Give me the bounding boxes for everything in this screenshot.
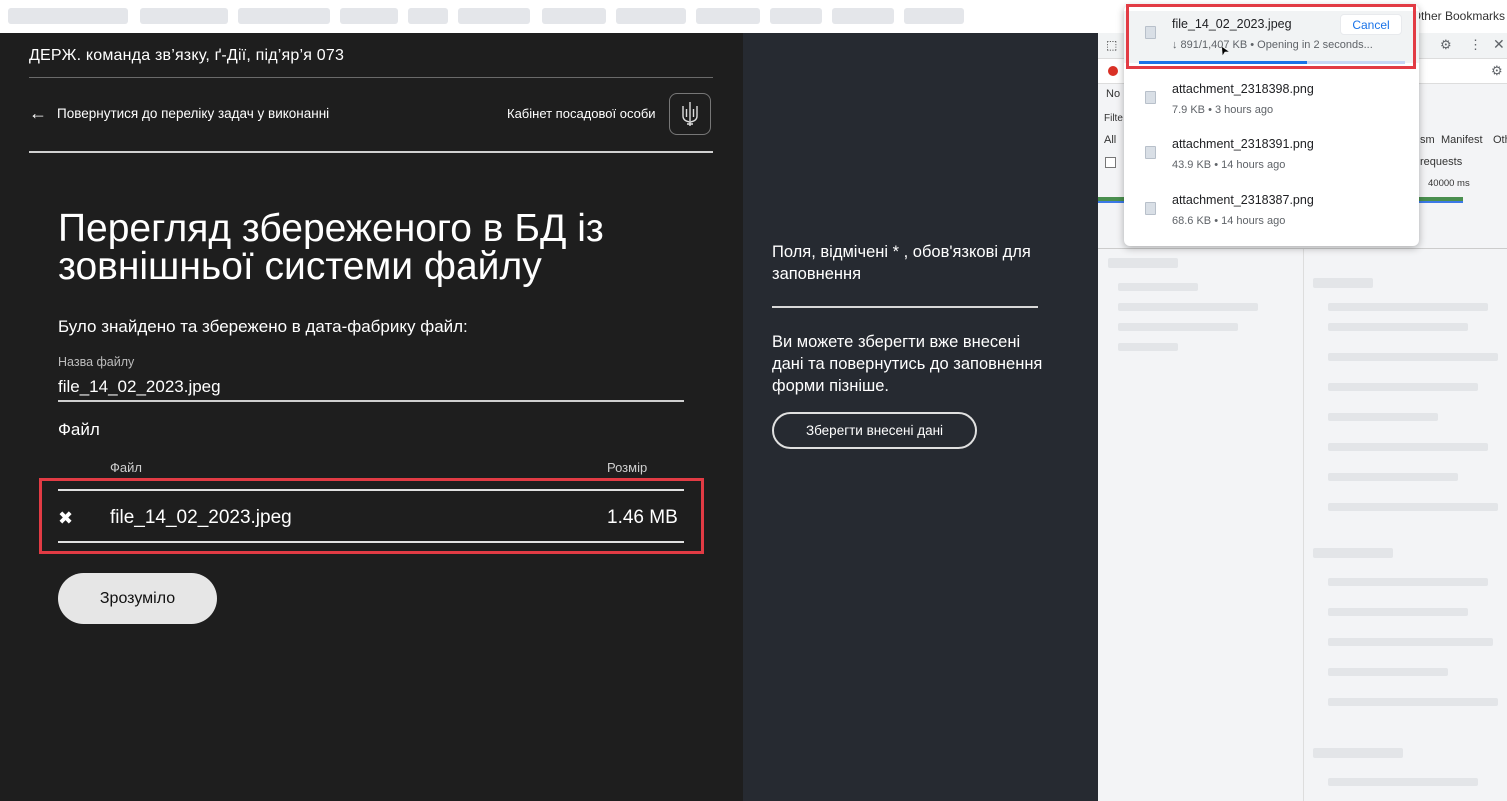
- highlight-box: [39, 478, 704, 554]
- divider: [772, 306, 1038, 308]
- blurred-content: [1118, 323, 1238, 331]
- divider: [29, 151, 713, 153]
- bookmark-item[interactable]: [770, 8, 822, 24]
- blurred-content: [1108, 258, 1178, 268]
- record-icon[interactable]: [1108, 66, 1118, 76]
- filter-label: Filte: [1104, 113, 1123, 124]
- blurred-content: [1328, 503, 1498, 511]
- blurred-content: [1313, 548, 1393, 558]
- download-item[interactable]: attachment_2318387.png 68.6 KB • 14 hour…: [1124, 187, 1419, 239]
- blurred-content: [1328, 668, 1448, 676]
- arrow-left-icon: ←: [29, 103, 47, 123]
- file-section-label: Файл: [58, 420, 100, 439]
- download-name: attachment_2318398.png: [1172, 82, 1314, 96]
- found-text: Було знайдено та збережено в дата-фабрик…: [58, 317, 468, 336]
- download-name: attachment_2318391.png: [1172, 137, 1314, 151]
- tab-all[interactable]: All: [1104, 134, 1116, 146]
- back-link-label: Повернутися до переліку задач у виконанн…: [57, 105, 330, 121]
- trident-icon: [682, 102, 698, 126]
- save-draft-button[interactable]: Зберегти внесені дані: [772, 412, 977, 449]
- divider: [29, 77, 713, 78]
- bookmark-item[interactable]: [340, 8, 398, 24]
- file-icon: [1145, 202, 1156, 215]
- blurred-content: [1328, 608, 1468, 616]
- gear-icon[interactable]: ⚙: [1440, 37, 1452, 53]
- download-item[interactable]: attachment_2318391.png 43.9 KB • 14 hour…: [1124, 131, 1419, 183]
- inspect-icon[interactable]: ⬚: [1106, 38, 1117, 52]
- blurred-content: [1328, 323, 1468, 331]
- cabinet-label[interactable]: Кабінет посадової особи: [507, 106, 656, 121]
- page-title: Перегляд збереженого в БД із зовнішньої …: [58, 207, 604, 288]
- blurred-content: [1313, 748, 1403, 758]
- bookmark-item[interactable]: [458, 8, 530, 24]
- blurred-content: [1313, 278, 1373, 288]
- bookmark-item[interactable]: [832, 8, 894, 24]
- timeline-label: 40000 ms: [1428, 178, 1470, 189]
- blurred-content: [1328, 778, 1478, 786]
- gear-icon[interactable]: ⚙: [1491, 63, 1503, 79]
- column-header-file: Файл: [110, 460, 142, 475]
- save-note: Ви можете зберегти вже внесені дані та п…: [772, 333, 1043, 395]
- blurred-content: [1328, 303, 1488, 311]
- bookmark-item[interactable]: [8, 8, 128, 24]
- bookmark-item[interactable]: [140, 8, 228, 24]
- org-title: ДЕРЖ. команда зв’язку, ґ-Дії, під’яр’я 0…: [29, 47, 345, 64]
- blurred-content: [1328, 698, 1498, 706]
- download-meta: 68.6 KB • 14 hours ago: [1172, 215, 1286, 227]
- tab-manifest[interactable]: Manifest: [1441, 134, 1483, 146]
- bookmark-item[interactable]: [696, 8, 760, 24]
- download-meta: 43.9 KB • 14 hours ago: [1172, 159, 1286, 171]
- blurred-content: [1328, 353, 1498, 361]
- blurred-content: [1118, 283, 1198, 291]
- form-panel: [0, 33, 743, 801]
- file-icon: [1145, 146, 1156, 159]
- bookmark-item[interactable]: [616, 8, 686, 24]
- divider: [1303, 249, 1304, 801]
- blurred-content: [1328, 578, 1488, 586]
- requests-label: requests: [1420, 156, 1463, 168]
- back-link[interactable]: ← Повернутися до переліку задач у викона…: [29, 104, 329, 122]
- blurred-content: [1328, 473, 1458, 481]
- file-icon: [1145, 91, 1156, 104]
- blurred-content: [1328, 413, 1438, 421]
- bookmark-item[interactable]: [904, 8, 964, 24]
- blurred-content: [1328, 638, 1493, 646]
- blurred-content: [1118, 343, 1178, 351]
- bookmark-item[interactable]: [238, 8, 330, 24]
- blurred-content: [1328, 443, 1488, 451]
- blurred-content: [1328, 383, 1478, 391]
- checkbox[interactable]: [1105, 157, 1116, 168]
- bookmark-item[interactable]: [408, 8, 448, 24]
- blurred-content: [1118, 303, 1258, 311]
- bookmark-item[interactable]: [542, 8, 606, 24]
- filename-label: Назва файлу: [58, 355, 135, 369]
- close-icon[interactable]: ✕: [1493, 36, 1505, 53]
- highlight-box: [1126, 4, 1416, 69]
- filename-field[interactable]: file_14_02_2023.jpeg: [58, 377, 221, 397]
- required-fields-note: Поля, відмічені * , обов'язкові для запо…: [772, 243, 1031, 283]
- tab-other[interactable]: Oth: [1493, 134, 1507, 146]
- download-item[interactable]: attachment_2318398.png 7.9 KB • 3 hours …: [1124, 76, 1419, 128]
- ok-button[interactable]: Зрозуміло: [58, 573, 217, 624]
- download-name: attachment_2318387.png: [1172, 193, 1314, 207]
- column-header-size: Розмір: [607, 460, 648, 475]
- more-icon[interactable]: ⋮: [1469, 37, 1482, 53]
- field-underline: [58, 400, 684, 402]
- trident-button[interactable]: [669, 93, 711, 135]
- other-bookmarks[interactable]: Other Bookmarks: [1412, 9, 1505, 23]
- tab-wasm[interactable]: sm: [1420, 134, 1435, 146]
- devtools-no-label: No: [1106, 88, 1121, 100]
- download-meta: 7.9 KB • 3 hours ago: [1172, 104, 1274, 116]
